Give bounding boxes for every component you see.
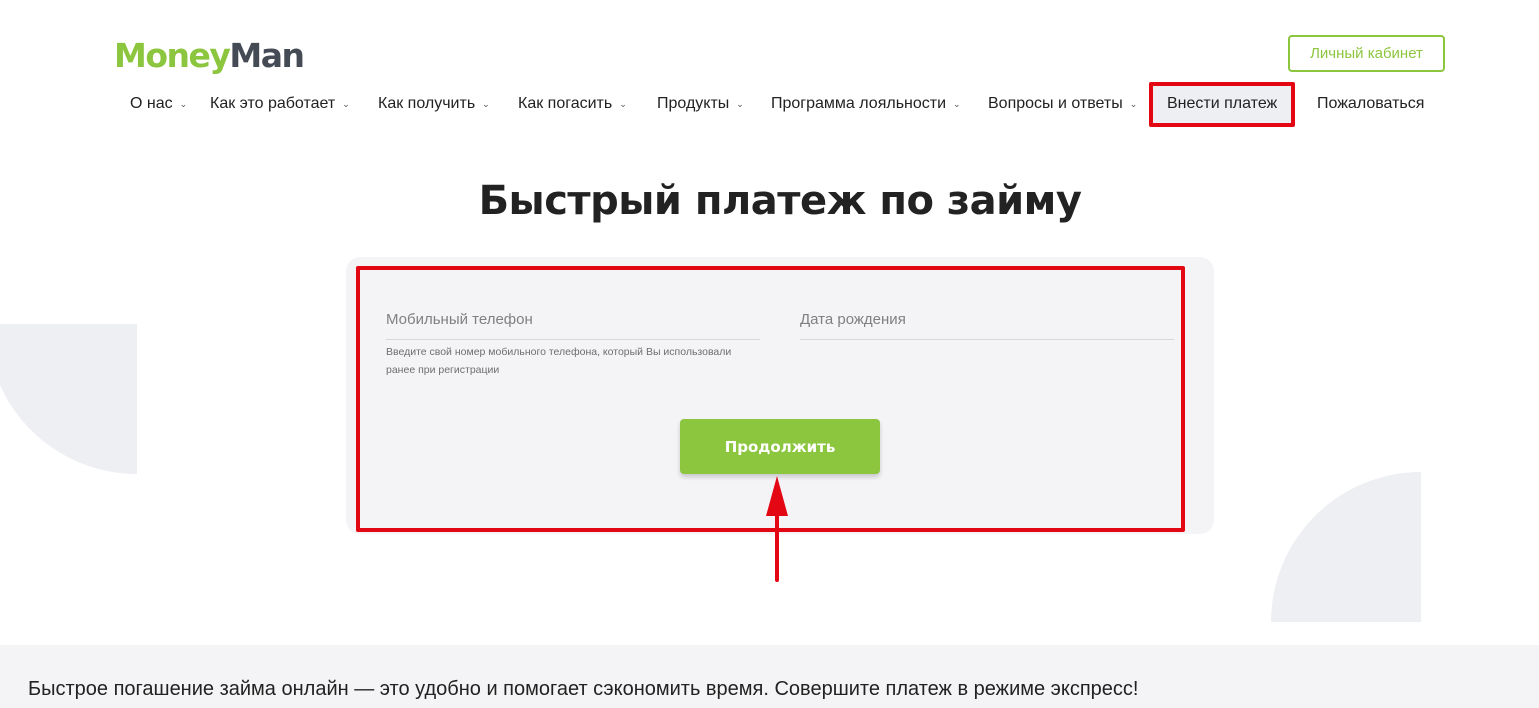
nav-item-how-to-get[interactable]: Как получить ⌄ — [378, 84, 490, 124]
nav-item-loyalty-program[interactable]: Программа лояльности ⌄ — [771, 84, 961, 124]
nav-item-label: Как получить — [378, 95, 476, 112]
continue-button[interactable]: Продолжить — [680, 419, 880, 474]
nav-item-about[interactable]: О нас ⌄ — [130, 84, 187, 124]
nav-item-products[interactable]: Продукты ⌄ — [657, 84, 744, 124]
decorative-shape-right — [1271, 472, 1421, 622]
nav-item-how-to-repay[interactable]: Как погасить ⌄ — [518, 84, 627, 124]
phone-input-underline — [386, 339, 760, 340]
logo-part-man: Man — [229, 36, 305, 75]
nav-item-label: Продукты — [657, 95, 730, 112]
decorative-shape-left — [0, 324, 137, 474]
nav-item-label: О нас — [130, 95, 173, 112]
nav-item-label: Вопросы и ответы — [988, 95, 1123, 112]
dob-field[interactable]: Дата рождения — [800, 305, 1174, 340]
dob-input-underline — [800, 339, 1174, 340]
chevron-down-icon: ⌄ — [953, 98, 961, 109]
nav-item-complain[interactable]: Пожаловаться — [1317, 84, 1424, 124]
main-nav: О нас ⌄ Как это работает ⌄ Как получить ⌄ К… — [0, 84, 1539, 124]
personal-cabinet-button[interactable]: Личный кабинет — [1288, 35, 1445, 72]
chevron-down-icon: ⌄ — [619, 98, 627, 109]
chevron-down-icon: ⌄ — [1129, 98, 1138, 109]
nav-item-label: Пожаловаться — [1317, 95, 1425, 112]
dob-input[interactable]: Дата рождения — [800, 305, 1174, 335]
nav-item-label: Внести платеж — [1167, 95, 1278, 112]
phone-field[interactable]: Мобильный телефон Введите свой номер моб… — [386, 305, 760, 379]
nav-item-make-payment[interactable]: Внести платеж — [1153, 84, 1292, 124]
nav-item-label: Как это работает — [210, 95, 336, 112]
logo-part-money: Money — [114, 36, 231, 75]
chevron-down-icon: ⌄ — [482, 98, 490, 109]
nav-item-label: Как погасить — [518, 95, 613, 112]
quick-payment-form — [346, 257, 1214, 534]
nav-item-label: Программа лояльности — [771, 95, 947, 112]
promo-text: Быстрое погашение займа онлайн — это удо… — [28, 678, 1139, 700]
chevron-down-icon: ⌄ — [736, 98, 744, 109]
moneyman-logo[interactable]: MoneyMan — [114, 36, 305, 76]
chevron-down-icon: ⌄ — [342, 98, 350, 109]
phone-hint: Введите свой номер мобильного телефона, … — [386, 346, 732, 376]
nav-item-how-it-works[interactable]: Как это работает ⌄ — [210, 84, 350, 124]
page-title: Быстрый платеж по займу — [478, 178, 1082, 224]
phone-input[interactable]: Мобильный телефон — [386, 305, 760, 335]
nav-item-faq[interactable]: Вопросы и ответы ⌄ — [988, 84, 1137, 124]
chevron-down-icon: ⌄ — [179, 98, 188, 109]
